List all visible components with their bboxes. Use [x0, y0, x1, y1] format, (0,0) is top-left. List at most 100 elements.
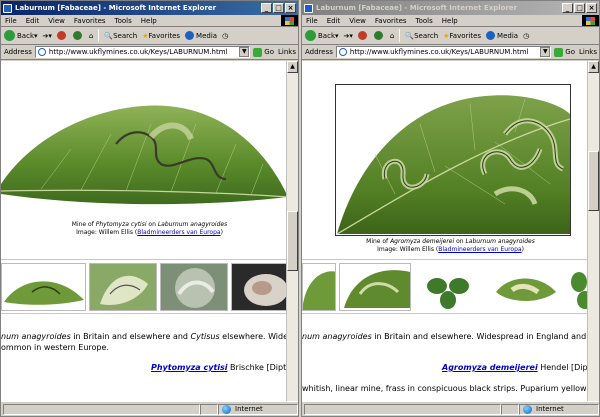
ie-app-icon: [304, 3, 313, 13]
menu-file[interactable]: File: [306, 17, 318, 25]
forward-button[interactable]: ➔ ▾: [344, 32, 353, 40]
distribution-line-2: ommon in western Europe.: [1, 343, 109, 352]
image-caption: Mine of Agromyza demeijerei on Laburnum …: [302, 238, 599, 254]
home-icon: ⌂: [88, 31, 94, 40]
thumbnail-5[interactable]: [564, 263, 587, 311]
stop-button[interactable]: [357, 31, 369, 40]
address-input[interactable]: http://www.ukflymines.co.uk/Keys/LABURNU…: [335, 46, 552, 58]
scroll-up-button[interactable]: ▲: [588, 61, 599, 73]
thumbnail-4[interactable]: [231, 263, 286, 311]
menu-view[interactable]: View: [48, 17, 65, 25]
go-button[interactable]: Go: [253, 47, 274, 57]
history-button[interactable]: ◷: [222, 32, 228, 40]
distribution-line-1: num anagyroides in Britain and elsewhere…: [302, 332, 599, 341]
maximize-button[interactable]: □: [574, 3, 585, 13]
distribution-text: num anagyroides in Britain and elsewhere…: [1, 331, 298, 353]
thumbnail-leaf-1: [303, 264, 335, 310]
scroll-thumb[interactable]: [287, 211, 298, 271]
thumbnail-trifoliate-5: [571, 272, 587, 309]
history-button[interactable]: ◷: [523, 32, 529, 40]
caption-line-2: Image: Willem Ellis (Bladmineerders van …: [377, 246, 524, 253]
refresh-button[interactable]: [72, 31, 84, 40]
thumbnail-1[interactable]: [302, 263, 336, 311]
vertical-scrollbar[interactable]: ▲: [286, 61, 298, 401]
browser-window-right: Laburnum [Fabaceae] - Microsoft Internet…: [301, 0, 600, 417]
image-caption: Mine of Phytomyza cytisi on Laburnum ana…: [1, 221, 298, 237]
ie-app-icon: [3, 3, 12, 13]
page-viewport: Mine of Agromyza demeijerei on Laburnum …: [302, 61, 599, 401]
forward-button[interactable]: ➔ ▾: [43, 32, 52, 40]
title-bar[interactable]: Laburnum [Fabaceae] - Microsoft Internet…: [1, 1, 298, 15]
refresh-button[interactable]: [373, 31, 385, 40]
address-url: http://www.ukflymines.co.uk/Keys/LABURNU…: [349, 48, 529, 56]
address-dropdown-icon[interactable]: ▼: [540, 47, 551, 57]
thumbnail-2[interactable]: [89, 263, 157, 311]
links-button[interactable]: Links: [579, 48, 597, 56]
minimize-button[interactable]: _: [562, 3, 573, 13]
go-arrow-icon: [554, 47, 564, 57]
menu-favorites[interactable]: Favorites: [74, 17, 106, 25]
main-leaf-image: [335, 84, 571, 236]
address-dropdown-icon[interactable]: ▼: [239, 47, 250, 57]
address-input[interactable]: http://www.ukflymines.co.uk/Keys/LABURNU…: [34, 46, 251, 58]
thumbnail-1[interactable]: [1, 263, 86, 311]
thumbnail-3[interactable]: [414, 263, 486, 311]
address-label: Address: [305, 48, 333, 56]
page-viewport: Mine of Phytomyza cytisi on Laburnum ana…: [1, 61, 298, 401]
scroll-up-button[interactable]: ▲: [287, 61, 298, 73]
links-button[interactable]: Links: [278, 48, 296, 56]
thumbnail-2[interactable]: [339, 263, 411, 311]
minimize-button[interactable]: _: [261, 3, 272, 13]
status-message: [304, 403, 501, 415]
search-button[interactable]: 🔍 Search: [104, 32, 137, 40]
thumbnail-leaf-4: [232, 264, 286, 310]
menu-tools[interactable]: Tools: [416, 17, 433, 25]
species-heading: Phytomyza cytisi Brischke [Dipter: [151, 363, 295, 372]
media-button[interactable]: Media: [185, 31, 217, 40]
caption-line-1: Mine of Agromyza demeijerei on Laburnum …: [366, 238, 535, 245]
go-button[interactable]: Go: [554, 47, 575, 57]
home-button[interactable]: ⌂: [89, 32, 93, 40]
scroll-thumb[interactable]: [588, 151, 599, 211]
vertical-scrollbar[interactable]: ▲: [587, 61, 599, 401]
source-link[interactable]: Bladmineerders van Europa: [438, 246, 521, 253]
menu-edit[interactable]: Edit: [327, 17, 341, 25]
back-button[interactable]: Back ▾: [305, 30, 339, 41]
home-button[interactable]: ⌂: [390, 32, 394, 40]
page-icon: [37, 48, 46, 56]
thumbnail-3[interactable]: [160, 263, 228, 311]
search-icon: 🔍: [104, 31, 114, 40]
address-label: Address: [4, 48, 32, 56]
menu-edit[interactable]: Edit: [26, 17, 40, 25]
history-icon: ◷: [222, 31, 229, 40]
menu-favorites[interactable]: Favorites: [375, 17, 407, 25]
menu-tools[interactable]: Tools: [115, 17, 132, 25]
species-link[interactable]: Agromyza demeijerei: [442, 363, 538, 372]
caption-line-2: Image: Willem Ellis (Bladmineerders van …: [76, 229, 223, 236]
maximize-button[interactable]: □: [273, 3, 284, 13]
address-bar: Address http://www.ukflymines.co.uk/Keys…: [1, 45, 298, 60]
menu-help[interactable]: Help: [442, 17, 458, 25]
back-button[interactable]: Back ▾: [4, 30, 38, 41]
menu-view[interactable]: View: [349, 17, 366, 25]
menu-bar: File Edit View Favorites Tools Help: [1, 15, 298, 27]
close-button[interactable]: ×: [586, 3, 597, 13]
toolbar-separator: [399, 29, 401, 42]
favorites-button[interactable]: ★ Favorites: [443, 32, 481, 40]
source-link[interactable]: Bladmineerders van Europa: [137, 229, 220, 236]
stop-icon: [357, 31, 367, 40]
stop-button[interactable]: [56, 31, 68, 40]
menu-file[interactable]: File: [5, 17, 17, 25]
species-heading: Agromyza demeijerei Hendel [Dipter: [442, 363, 599, 372]
thumbnail-4[interactable]: [489, 263, 561, 311]
media-button[interactable]: Media: [486, 31, 518, 40]
status-bar: Internet: [302, 401, 599, 416]
favorites-button[interactable]: ★ Favorites: [142, 32, 180, 40]
title-bar[interactable]: Laburnum [Fabaceae] - Microsoft Internet…: [302, 1, 599, 15]
thumbnail-strip: [302, 259, 587, 314]
home-icon: ⌂: [389, 31, 395, 40]
close-button[interactable]: ×: [285, 3, 296, 13]
menu-help[interactable]: Help: [141, 17, 157, 25]
search-button[interactable]: 🔍 Search: [405, 32, 438, 40]
species-link[interactable]: Phytomyza cytisi: [151, 363, 228, 372]
